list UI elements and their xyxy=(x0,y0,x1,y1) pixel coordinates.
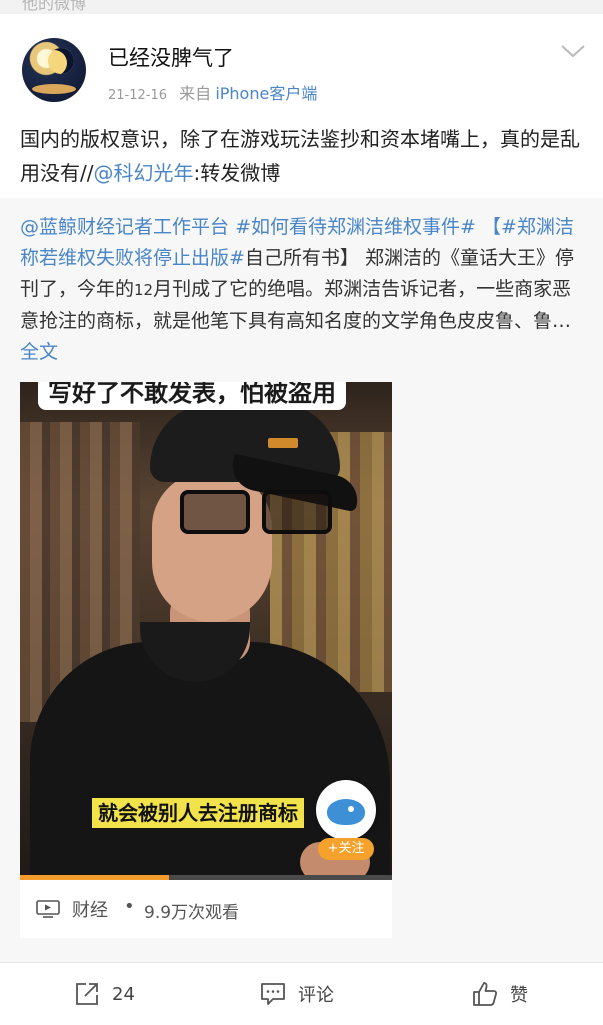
full-text-link[interactable]: 全文 xyxy=(20,341,58,363)
weibo-post: 已经没脾气了 21-12-16 来自 iPhone客户端 国内的版权意识，除了在… xyxy=(0,14,603,198)
video-caption-bottom: 就会被别人去注册商标 xyxy=(92,798,304,828)
chevron-down-icon[interactable] xyxy=(560,42,586,60)
from-label: 来自 xyxy=(179,84,212,103)
repost-line2-tail: 自己所有书】 xyxy=(244,247,359,269)
like-button[interactable]: 赞 xyxy=(472,979,528,1009)
video-icon xyxy=(36,900,60,918)
view-count: 9.9万次观看 xyxy=(144,903,240,923)
avatar-base-graphic xyxy=(32,84,76,94)
comment-icon xyxy=(261,983,285,1005)
repost-button[interactable]: 24 xyxy=(74,979,135,1009)
client-name: iPhone客户端 xyxy=(215,84,318,103)
share-icon xyxy=(76,983,98,1005)
cap-logo xyxy=(268,438,298,448)
username[interactable]: 已经没脾气了 xyxy=(108,42,234,72)
action-bar: 24 评论 赞 xyxy=(0,962,603,1025)
bracket-open: 【 xyxy=(481,216,501,238)
repost-count: 24 xyxy=(112,983,135,1005)
video-info-bar: 财经 • 9.9万次观看 xyxy=(20,880,392,938)
post-meta: 21-12-16 来自 iPhone客户端 xyxy=(108,80,317,104)
repost-body-number: 12 xyxy=(134,281,154,299)
whale-logo-icon[interactable] xyxy=(316,780,376,840)
post-text-tail: :转发微博 xyxy=(193,161,281,185)
repost-author-link[interactable]: @蓝鲸财经记者工作平台 xyxy=(20,216,229,238)
thumbs-up-icon xyxy=(473,982,498,1006)
follow-button[interactable]: +关注 xyxy=(318,838,374,860)
video-category: 财经 xyxy=(72,900,108,921)
video-caption-top: 写好了不敢发表，怕被盗用 xyxy=(38,382,346,410)
topic-link[interactable]: #如何看待郑渊洁维权事件# xyxy=(235,216,476,238)
status-strip: 他的微博 xyxy=(0,0,603,12)
status-strip-text: 他的微博 xyxy=(22,0,87,12)
post-text: 国内的版权意识，除了在游戏玩法鉴抄和资本堵嘴上，真的是乱用没有//@科幻光年:转… xyxy=(20,122,588,190)
whale-eye xyxy=(348,806,354,812)
repost-text: @蓝鲸财经记者工作平台 #如何看待郑渊洁维权事件# 【#郑渊洁称若维权失败将停止… xyxy=(20,212,588,368)
like-label: 赞 xyxy=(510,985,528,1006)
comment-button[interactable]: 评论 xyxy=(260,979,334,1009)
info-separator: • xyxy=(124,896,135,917)
whale-body xyxy=(327,799,365,825)
reposted-content[interactable]: @蓝鲸财经记者工作平台 #如何看待郑渊洁维权事件# 【#郑渊洁称若维权失败将停止… xyxy=(0,198,603,962)
post-date: 21-12-16 xyxy=(108,88,168,103)
comment-label: 评论 xyxy=(298,985,334,1006)
avatar-moon-graphic xyxy=(48,48,74,74)
avatar[interactable] xyxy=(22,38,86,102)
mention-link[interactable]: @科幻光年 xyxy=(93,161,193,185)
video-player[interactable]: 写好了不敢发表，怕被盗用 就会被别人去注册商标 +关注 xyxy=(20,382,392,880)
person-glasses xyxy=(180,490,340,534)
